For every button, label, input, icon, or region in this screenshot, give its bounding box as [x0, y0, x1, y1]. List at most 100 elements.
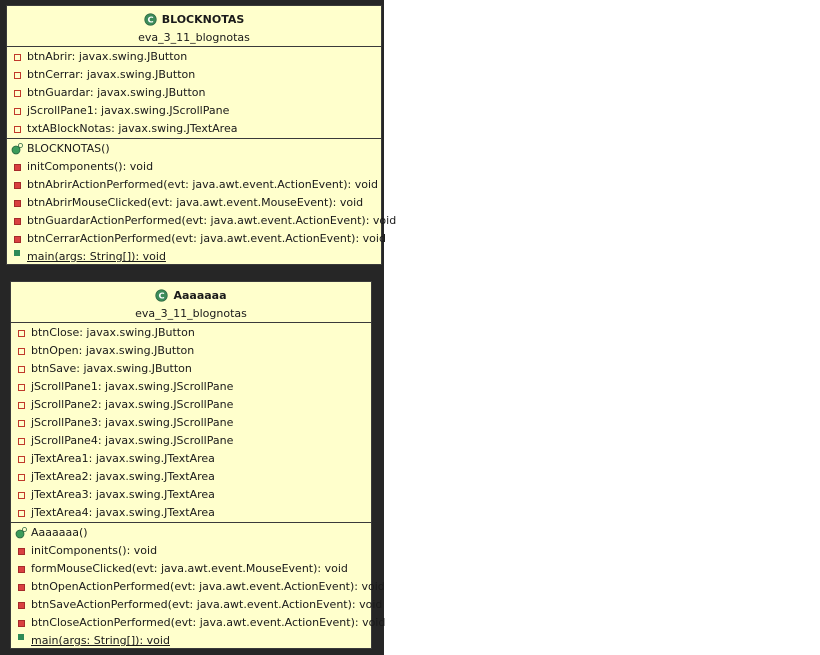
private-field-icon — [17, 509, 25, 517]
class-name: BLOCKNOTAS — [161, 12, 245, 26]
private-method-icon — [13, 163, 21, 171]
constructor-icon — [15, 527, 27, 539]
field-text: btnGuardar: javax.swing.JButton — [27, 86, 206, 99]
method-text: btnGuardarActionPerformed(evt: java.awt.… — [27, 214, 397, 227]
fields-compartment: btnClose: javax.swing.JButton btnOpen: j… — [11, 322, 371, 522]
class-header: C BLOCKNOTAS eva_3_11_blognotas — [7, 6, 381, 46]
field-text: jScrollPane2: javax.swing.JScrollPane — [31, 398, 234, 411]
field-text: jScrollPane4: javax.swing.JScrollPane — [31, 434, 234, 447]
constructor-text: BLOCKNOTAS() — [27, 142, 110, 155]
private-method-icon — [17, 619, 25, 627]
field-text: btnSave: javax.swing.JButton — [31, 362, 192, 375]
field-row[interactable]: jTextArea2: javax.swing.JTextArea — [11, 468, 371, 486]
private-field-icon — [17, 419, 25, 427]
field-row[interactable]: jTextArea1: javax.swing.JTextArea — [11, 450, 371, 468]
static-method-row[interactable]: main(args: String[]): void — [7, 248, 381, 266]
field-row[interactable]: btnGuardar: javax.swing.JButton — [7, 84, 381, 102]
class-title-row: C BLOCKNOTAS — [7, 10, 381, 28]
method-row[interactable]: btnCerrarActionPerformed(evt: java.awt.e… — [7, 230, 386, 248]
method-row[interactable]: btnAbrirMouseClicked(evt: java.awt.event… — [7, 194, 381, 212]
private-method-icon — [13, 217, 21, 225]
method-row[interactable]: initComponents(): void — [7, 158, 381, 176]
field-text: btnOpen: javax.swing.JButton — [31, 344, 195, 357]
private-method-icon — [13, 181, 21, 189]
private-field-icon — [17, 491, 25, 499]
field-row[interactable]: btnCerrar: javax.swing.JButton — [7, 66, 381, 84]
field-row[interactable]: jScrollPane3: javax.swing.JScrollPane — [11, 414, 371, 432]
field-text: jTextArea3: javax.swing.JTextArea — [31, 488, 215, 501]
constructor-row[interactable]: Aaaaaaa() — [11, 524, 371, 542]
methods-compartment: Aaaaaaa() initComponents(): void formMou… — [11, 522, 385, 650]
private-field-icon — [17, 347, 25, 355]
field-text: jScrollPane1: javax.swing.JScrollPane — [31, 380, 234, 393]
field-row[interactable]: jTextArea4: javax.swing.JTextArea — [11, 504, 371, 522]
method-text: btnOpenActionPerformed(evt: java.awt.eve… — [31, 580, 385, 593]
private-method-icon — [17, 547, 25, 555]
svg-text:C: C — [159, 290, 165, 300]
class-title-row: C Aaaaaaa — [11, 286, 371, 304]
field-text: txtABlockNotas: javax.swing.JTextArea — [27, 122, 238, 135]
field-row[interactable]: jScrollPane4: javax.swing.JScrollPane — [11, 432, 371, 450]
field-row[interactable]: btnAbrir: javax.swing.JButton — [7, 48, 381, 66]
constructor-row[interactable]: BLOCKNOTAS() — [7, 140, 381, 158]
field-row[interactable]: btnClose: javax.swing.JButton — [11, 324, 371, 342]
method-text: initComponents(): void — [31, 544, 158, 557]
constructor-icon — [11, 143, 23, 155]
class-icon: C — [155, 288, 169, 302]
method-row[interactable]: btnGuardarActionPerformed(evt: java.awt.… — [7, 212, 396, 230]
field-text: jTextArea4: javax.swing.JTextArea — [31, 506, 215, 519]
constructor-text: Aaaaaaa() — [31, 526, 88, 539]
private-method-icon — [13, 235, 21, 243]
class-package: eva_3_11_blognotas — [138, 31, 250, 44]
field-row[interactable]: btnSave: javax.swing.JButton — [11, 360, 371, 378]
field-row[interactable]: jScrollPane1: javax.swing.JScrollPane — [7, 102, 381, 120]
class-package: eva_3_11_blognotas — [135, 307, 247, 320]
class-header: C Aaaaaaa eva_3_11_blognotas — [11, 282, 371, 322]
private-field-icon — [17, 401, 25, 409]
private-method-icon — [13, 199, 21, 207]
field-row[interactable]: jTextArea3: javax.swing.JTextArea — [11, 486, 371, 504]
uml-class-blocknotas[interactable]: C BLOCKNOTAS eva_3_11_blognotas btnAbrir… — [6, 5, 396, 266]
method-text: btnAbrirActionPerformed(evt: java.awt.ev… — [27, 178, 378, 191]
class-name: Aaaaaaa — [173, 288, 227, 302]
private-field-icon — [17, 455, 25, 463]
field-row[interactable]: jScrollPane1: javax.swing.JScrollPane — [11, 378, 371, 396]
method-text: btnCloseActionPerformed(evt: java.awt.ev… — [31, 616, 386, 629]
field-text: btnAbrir: javax.swing.JButton — [27, 50, 188, 63]
static-method-row[interactable]: main(args: String[]): void — [11, 632, 371, 650]
private-field-icon — [17, 365, 25, 373]
private-field-icon — [17, 437, 25, 445]
method-row[interactable]: btnAbrirActionPerformed(evt: java.awt.ev… — [7, 176, 381, 194]
static-method-text: main(args: String[]): void — [31, 634, 170, 647]
field-row[interactable]: jScrollPane2: javax.swing.JScrollPane — [11, 396, 371, 414]
field-text: jTextArea1: javax.swing.JTextArea — [31, 452, 215, 465]
field-text: btnClose: javax.swing.JButton — [31, 326, 195, 339]
field-row[interactable]: txtABlockNotas: javax.swing.JTextArea — [7, 120, 381, 138]
method-text: formMouseClicked(evt: java.awt.event.Mou… — [31, 562, 348, 575]
private-method-icon — [17, 601, 25, 609]
private-field-icon — [17, 383, 25, 391]
method-row[interactable]: formMouseClicked(evt: java.awt.event.Mou… — [11, 560, 371, 578]
private-field-icon — [13, 71, 21, 79]
private-field-icon — [13, 107, 21, 115]
methods-compartment: BLOCKNOTAS() initComponents(): void btnA… — [7, 138, 396, 266]
method-text: initComponents(): void — [27, 160, 154, 173]
private-field-icon — [13, 53, 21, 61]
private-field-icon — [17, 473, 25, 481]
method-row[interactable]: btnCloseActionPerformed(evt: java.awt.ev… — [11, 614, 385, 632]
field-text: jScrollPane1: javax.swing.JScrollPane — [27, 104, 230, 117]
method-text: btnSaveActionPerformed(evt: java.awt.eve… — [31, 598, 383, 611]
fields-compartment: btnAbrir: javax.swing.JButton btnCerrar:… — [7, 46, 381, 138]
field-row[interactable]: btnOpen: javax.swing.JButton — [11, 342, 371, 360]
uml-class-aaaaaaa[interactable]: C Aaaaaaa eva_3_11_blognotas btnClose: j… — [10, 281, 385, 650]
method-text: btnCerrarActionPerformed(evt: java.awt.e… — [27, 232, 386, 245]
class-icon: C — [144, 12, 157, 26]
method-row[interactable]: initComponents(): void — [11, 542, 371, 560]
public-static-method-icon — [18, 634, 24, 640]
private-method-icon — [17, 583, 25, 591]
field-text: jScrollPane3: javax.swing.JScrollPane — [31, 416, 234, 429]
method-text: btnAbrirMouseClicked(evt: java.awt.event… — [27, 196, 364, 209]
method-row[interactable]: btnOpenActionPerformed(evt: java.awt.eve… — [11, 578, 385, 596]
method-row[interactable]: btnSaveActionPerformed(evt: java.awt.eve… — [11, 596, 382, 614]
svg-text:C: C — [147, 14, 153, 24]
